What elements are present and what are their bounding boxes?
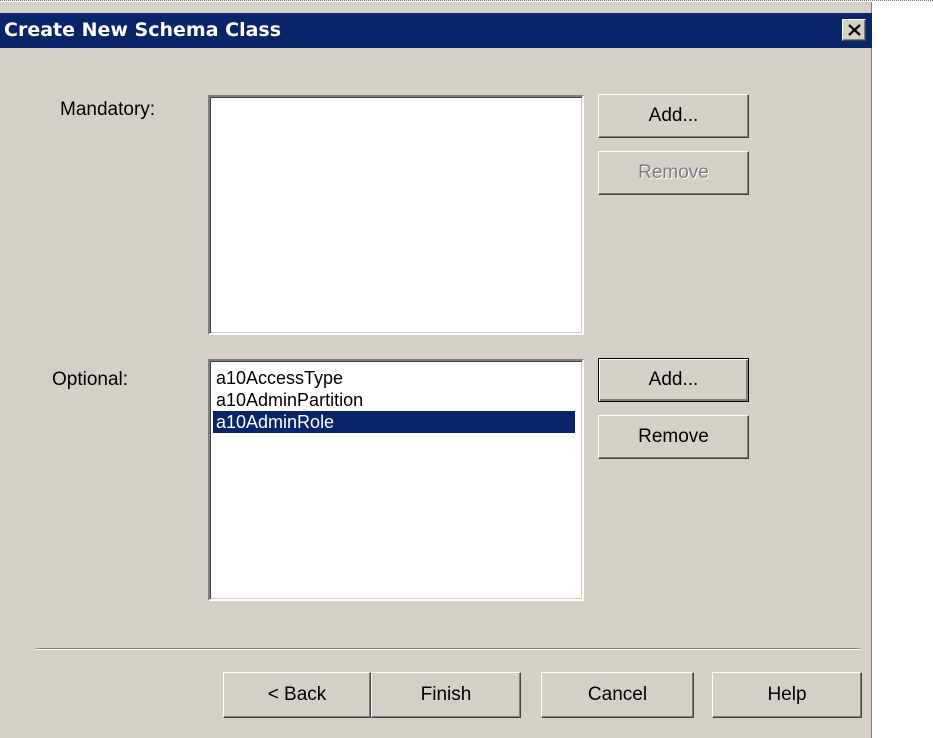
- list-item-selected[interactable]: a10AdminRole: [213, 411, 575, 433]
- list-item[interactable]: a10AdminPartition: [213, 389, 575, 411]
- back-button[interactable]: < Back: [223, 672, 371, 718]
- finish-label: Finish: [420, 684, 472, 705]
- create-schema-class-dialog: Create New Schema Class Mandatory: Add..…: [0, 2, 872, 738]
- optional-add-button[interactable]: Add...: [598, 358, 749, 402]
- mandatory-add-button[interactable]: Add...: [598, 94, 749, 138]
- mandatory-add-label: Add...: [648, 105, 699, 126]
- screen: Create New Schema Class Mandatory: Add..…: [0, 0, 933, 738]
- optional-remove-button[interactable]: Remove: [598, 415, 749, 459]
- help-label: Help: [767, 684, 807, 705]
- optional-remove-label: Remove: [638, 426, 709, 447]
- list-item[interactable]: a10AccessType: [213, 367, 575, 389]
- optional-label: Optional:: [52, 369, 129, 390]
- dotted-border: [0, 0, 933, 1]
- back-label: < Back: [267, 684, 327, 705]
- mandatory-remove-label: Remove: [638, 162, 709, 183]
- finish-button[interactable]: Finish: [371, 672, 521, 718]
- mandatory-label: Mandatory:: [60, 99, 156, 120]
- footer-separator: [36, 648, 860, 650]
- mandatory-listbox[interactable]: [208, 95, 584, 335]
- dialog-title-bar[interactable]: Create New Schema Class: [0, 13, 872, 48]
- optional-listbox[interactable]: a10AccessType a10AdminPartition a10Admin…: [208, 359, 584, 601]
- help-button[interactable]: Help: [712, 672, 862, 718]
- close-icon: [848, 24, 861, 36]
- close-button[interactable]: [842, 19, 866, 41]
- mandatory-remove-button[interactable]: Remove: [598, 151, 749, 195]
- dialog-title: Create New Schema Class: [4, 19, 282, 41]
- cancel-button[interactable]: Cancel: [541, 672, 694, 718]
- cancel-label: Cancel: [587, 684, 648, 705]
- optional-add-label: Add...: [648, 369, 699, 390]
